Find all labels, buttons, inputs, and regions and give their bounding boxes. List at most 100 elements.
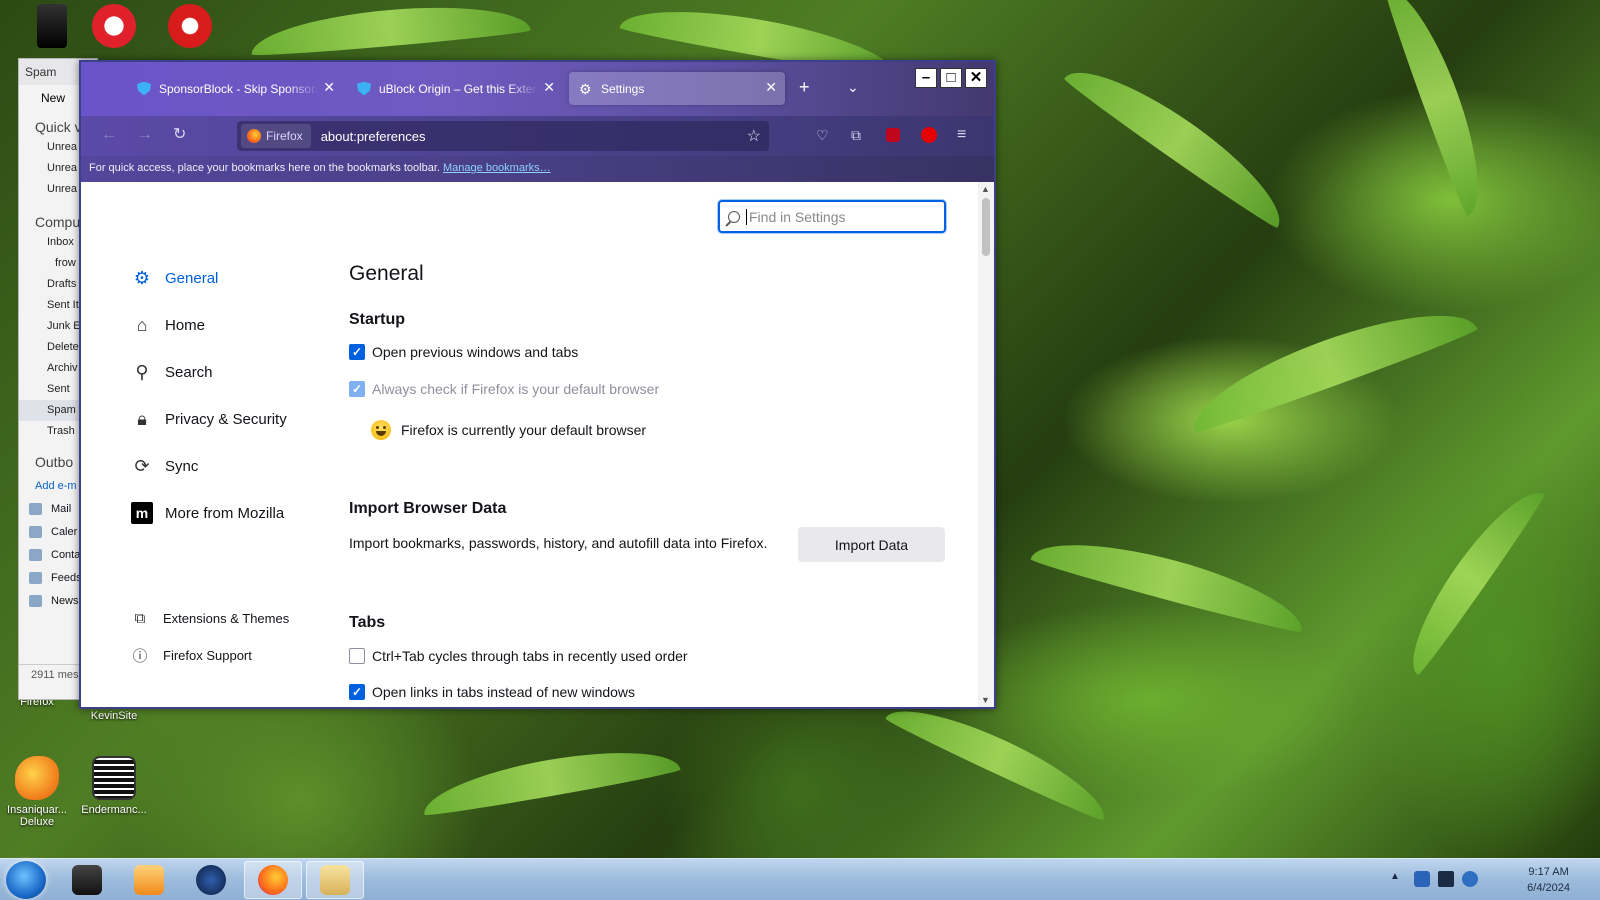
close-icon[interactable]: ✕ <box>765 80 777 94</box>
ublock-icon[interactable] <box>886 128 900 142</box>
nav-item-privacy[interactable]: 🔒︎ Privacy & Security <box>131 404 287 434</box>
url-text: about:preferences <box>320 128 426 144</box>
firefox-logo-icon <box>247 129 261 143</box>
checkbox-label: Ctrl+Tab cycles through tabs in recently… <box>372 648 688 664</box>
desktop-icon-kevinsite[interactable]: KevinSite <box>76 710 152 722</box>
youtube-addon-icon[interactable] <box>921 127 937 143</box>
tab-label: uBlock Origin – Get this Extension <box>379 81 539 96</box>
desktop-icon-red-app[interactable] <box>152 4 228 52</box>
desktop-icon-p-app[interactable] <box>76 4 152 52</box>
nav-item-firefox-support[interactable]: ⓘ Firefox Support <box>131 640 251 670</box>
taskbar-app-firefox[interactable] <box>244 861 302 899</box>
wallpaper-leaf <box>1029 524 1311 636</box>
wallpaper-leaf <box>248 0 532 59</box>
reload-icon[interactable]: ↻ <box>173 126 186 144</box>
menu-icon[interactable]: ≡ <box>957 126 966 144</box>
tab-label: SponsorBlock - Skip Sponsorships on YouT… <box>159 81 319 96</box>
terminal-icon <box>92 756 136 800</box>
nav-label: Extensions & Themes <box>163 610 290 626</box>
navigation-toolbar: ← → ↻ Firefox about:preferences ☆ ♡ ⧉ ≡ <box>81 116 994 156</box>
lock-icon: 🔒︎ <box>137 408 147 429</box>
close-window-button[interactable]: ✕ <box>965 68 987 88</box>
minimize-button[interactable]: – <box>915 68 937 88</box>
new-tab-icon[interactable]: + <box>799 78 810 96</box>
forward-icon[interactable]: → <box>137 126 153 144</box>
nav-item-sync[interactable]: ⟳ Sync <box>131 451 198 481</box>
gear-icon: ⚙ <box>133 267 151 288</box>
url-bar[interactable]: Firefox about:preferences ☆ <box>237 121 769 151</box>
tray-overflow-icon[interactable]: ▲ <box>1390 871 1406 887</box>
maximize-button[interactable]: □ <box>940 68 962 88</box>
extensions-icon[interactable]: ⧉ <box>851 126 861 144</box>
folder-icon <box>320 865 350 895</box>
chevron-down-icon[interactable]: ⌄ <box>847 78 859 96</box>
default-browser-text: Firefox is currently your default browse… <box>401 422 647 438</box>
wallpaper-leaf <box>884 690 1116 824</box>
vertical-scrollbar[interactable]: ▲ ▼ <box>978 182 994 707</box>
wallpaper-leaf <box>418 737 682 819</box>
bookmarks-hint: For quick access, place your bookmarks h… <box>89 162 440 174</box>
checkmark-icon: ✓ <box>349 381 365 397</box>
tab-settings[interactable]: ⚙ Settings ✕ <box>569 72 785 105</box>
desktop-icon-label: Endermanc... <box>81 804 147 816</box>
manage-bookmarks-link[interactable]: Manage bookmarks… <box>443 162 551 174</box>
home-icon: ⌂ <box>136 314 148 335</box>
clock-time: 9:17 AM <box>1528 866 1569 878</box>
tab-sponsorblock[interactable]: SponsorBlock - Skip Sponsorships on YouT… <box>127 72 343 105</box>
desktop-icon-label: KevinSite <box>90 710 138 722</box>
taskbar-app-terminal[interactable] <box>58 861 116 899</box>
settings-page: Find in Settings ⚙ General ⌂ Home ⚲ Sear… <box>81 182 994 707</box>
start-button[interactable] <box>6 861 46 899</box>
taskbar-app-explorer[interactable] <box>306 861 364 899</box>
import-data-button[interactable]: Import Data <box>798 527 945 562</box>
shield-icon <box>137 81 151 96</box>
firefox-logo-icon <box>258 865 288 895</box>
open-links-in-tabs-checkbox[interactable]: ✓ Open links in tabs instead of new wind… <box>349 684 635 700</box>
checkmark-icon: ✓ <box>349 344 365 360</box>
nav-item-more-from-mozilla[interactable]: m More from Mozilla <box>131 498 284 528</box>
tab-ublock[interactable]: uBlock Origin – Get this Extension ✕ <box>347 72 563 105</box>
pocket-icon[interactable]: ♡ <box>816 126 829 144</box>
back-icon[interactable]: ← <box>101 126 117 144</box>
taskbar-app-media-player[interactable] <box>120 861 178 899</box>
wallpaper-leaf <box>1382 0 1498 217</box>
nav-label: Search <box>165 363 213 381</box>
bookmark-star-icon[interactable]: ☆ <box>747 126 761 146</box>
fish-icon <box>15 756 59 800</box>
identity-box[interactable]: Firefox <box>241 124 311 148</box>
close-icon[interactable]: ✕ <box>543 80 555 94</box>
wallpaper-leaf <box>1392 477 1548 677</box>
nav-item-search[interactable]: ⚲ Search <box>131 357 213 387</box>
nav-item-general[interactable]: ⚙ General <box>131 263 218 293</box>
open-previous-checkbox[interactable]: ✓ Open previous windows and tabs <box>349 344 578 360</box>
scrollbar-thumb[interactable] <box>982 198 990 256</box>
scroll-down-icon[interactable]: ▼ <box>981 695 990 705</box>
close-icon[interactable]: ✕ <box>323 80 335 94</box>
nav-item-extensions-themes[interactable]: ⧉ Extensions & Themes <box>131 603 290 633</box>
import-description-text: Import bookmarks, passwords, history, an… <box>349 535 768 551</box>
default-browser-status: Firefox is currently your default browse… <box>371 420 646 440</box>
tab-bar: SponsorBlock - Skip Sponsorships on YouT… <box>81 62 994 116</box>
volume-icon[interactable] <box>1462 871 1478 887</box>
security-shield-icon[interactable] <box>1414 871 1430 887</box>
search-icon: ⚲ <box>135 361 149 382</box>
nav-label: Home <box>165 316 206 334</box>
media-player-icon <box>134 865 164 895</box>
search-input[interactable]: Find in Settings <box>718 200 946 233</box>
checkbox-label: Always check if Firefox is your default … <box>372 381 660 397</box>
scroll-up-icon[interactable]: ▲ <box>981 184 990 194</box>
text-caret <box>746 208 747 225</box>
network-icon[interactable] <box>1438 871 1454 887</box>
checkbox-label: Open previous windows and tabs <box>372 344 579 360</box>
checkmark-icon: ✓ <box>349 684 365 700</box>
wallpaper-leaf <box>1062 49 1298 231</box>
desktop-icon-insaniquarium[interactable]: Insaniquar... Deluxe <box>0 756 75 828</box>
desktop-icon-endermanch[interactable]: Endermanc... <box>76 756 152 816</box>
ctrl-tab-checkbox[interactable]: Ctrl+Tab cycles through tabs in recently… <box>349 648 688 664</box>
gear-icon: ⚙ <box>579 80 592 97</box>
wallpaper-leaf <box>1181 290 1479 436</box>
clock-date: 6/4/2024 <box>1527 882 1570 894</box>
nav-item-home[interactable]: ⌂ Home <box>131 310 205 340</box>
clock[interactable]: 9:17 AM 6/4/2024 <box>1527 864 1570 896</box>
taskbar-app-thunderbird[interactable] <box>182 861 240 899</box>
